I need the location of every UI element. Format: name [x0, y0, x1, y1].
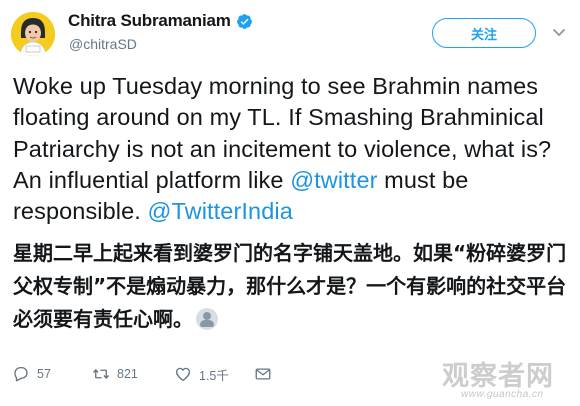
- like-button[interactable]: 1.5千: [174, 363, 229, 385]
- translation-text-content: 星期二早上起来看到婆罗门的名字铺天盖地。如果“粉碎婆罗门父权专制”不是煽动暴力，…: [13, 241, 567, 331]
- reply-button[interactable]: 57: [12, 363, 51, 385]
- like-count: 1.5千: [199, 368, 229, 383]
- follow-button[interactable]: 关注: [432, 18, 536, 48]
- tweet-text-part: Woke up Tuesday morning to see Brahmin n…: [13, 73, 552, 193]
- mention-twitterindia-link[interactable]: @TwitterIndia: [148, 198, 293, 224]
- retweet-count: 821: [117, 367, 138, 381]
- author-display-name[interactable]: Chitra Subramaniam: [68, 11, 231, 31]
- envelope-icon: [255, 368, 271, 380]
- like-icon: [175, 367, 191, 382]
- avatar[interactable]: [11, 12, 55, 56]
- caret-down-icon[interactable]: [553, 28, 565, 38]
- reply-count: 57: [37, 367, 51, 381]
- tweet-text: Woke up Tuesday morning to see Brahmin n…: [13, 71, 573, 227]
- author-name-row[interactable]: Chitra Subramaniam: [68, 11, 253, 31]
- translation-text: 星期二早上起来看到婆罗门的名字铺天盖地。如果“粉碎婆罗门父权专制”不是煽动暴力，…: [13, 237, 575, 336]
- watermark-url: www.guancha.cn: [461, 389, 544, 400]
- retweet-button[interactable]: 821: [92, 363, 138, 385]
- reply-icon: [14, 366, 28, 382]
- author-handle[interactable]: @chitraSD: [69, 36, 137, 52]
- direct-message-button[interactable]: [254, 363, 272, 385]
- watermark-brand: 观察者网: [442, 361, 554, 392]
- user-face-emoji-icon: [196, 308, 218, 330]
- mention-twitter-link[interactable]: @twitter: [290, 167, 377, 193]
- verified-badge-icon: [236, 13, 252, 29]
- tweet-action-bar: 57 821 1.5千: [12, 363, 312, 385]
- retweet-icon: [92, 369, 110, 379]
- avatar-illustration: [11, 12, 55, 56]
